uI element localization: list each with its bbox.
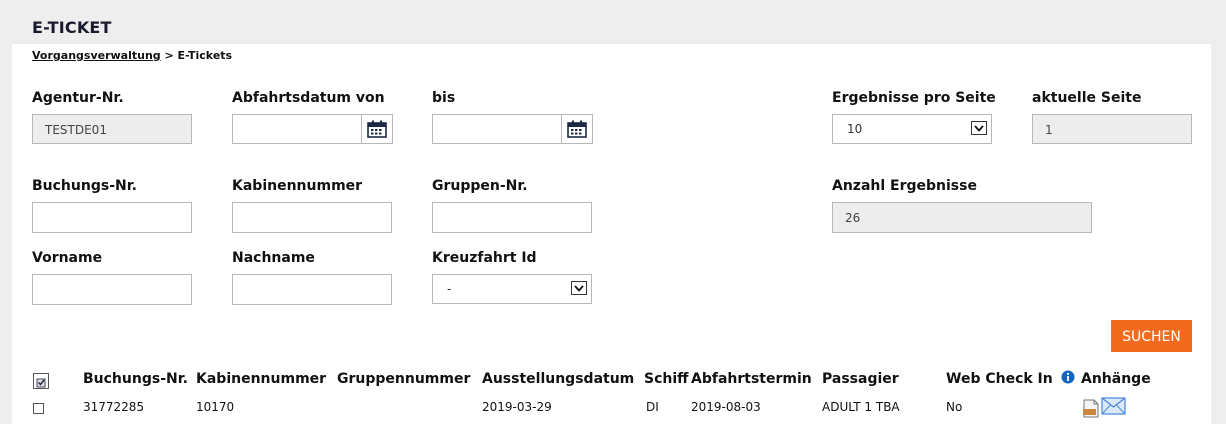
breadcrumb-current: E-Tickets [177, 49, 233, 62]
row-checkbox[interactable] [33, 403, 44, 414]
page-title: E-TICKET [32, 18, 112, 37]
cell-kabinennummer: 10170 [196, 400, 235, 414]
aktuelle-seite-field: 1 [1032, 114, 1192, 144]
envelope-icon[interactable] [1101, 397, 1126, 419]
search-button[interactable]: SUCHEN [1111, 320, 1192, 352]
gruppen-nr-label: Gruppen-Nr. [432, 178, 528, 194]
calendar-icon[interactable] [561, 115, 592, 143]
ergebnisse-pro-seite-value: 10 [847, 122, 863, 136]
buchungs-nr-input[interactable] [32, 202, 192, 233]
select-all-icon[interactable] [33, 373, 49, 389]
vorname-label: Vorname [32, 250, 103, 266]
agentur-field: TESTDE01 [32, 114, 192, 144]
kreuzfahrt-id-value: - [447, 282, 452, 296]
breadcrumb-separator: > [160, 49, 178, 62]
chevron-down-icon [571, 281, 587, 295]
col-header-ausstellungsdatum[interactable]: Ausstellungsdatum [482, 371, 634, 387]
web-check-in-label: Web Check In [946, 371, 1053, 387]
cell-schiff: DI [646, 400, 659, 414]
kabinennummer-label: Kabinennummer [232, 178, 363, 194]
breadcrumb-link-vorgangsverwaltung[interactable]: Vorgangsverwaltung [32, 49, 161, 62]
cell-ausstellungsdatum: 2019-03-29 [482, 400, 552, 414]
kreuzfahrt-id-select[interactable]: - [432, 274, 592, 304]
calendar-icon[interactable] [361, 115, 392, 143]
chevron-down-icon [971, 121, 987, 135]
abfahrt-bis-label: bis [432, 90, 456, 106]
gruppen-nr-input[interactable] [432, 202, 592, 233]
col-header-abfahrtstermin[interactable]: Abfahrtstermin [691, 371, 812, 387]
col-header-buchungs-nr[interactable]: Buchungs-Nr. [83, 371, 188, 387]
abfahrt-bis-input[interactable] [432, 114, 593, 144]
col-header-web-check-in[interactable]: Web Check In [946, 370, 1075, 388]
breadcrumb: Vorgangsverwaltung > E-Tickets [32, 49, 232, 62]
kreuzfahrt-id-label: Kreuzfahrt Id [432, 250, 537, 266]
anzahl-ergebnisse-field: 26 [832, 202, 1092, 233]
nachname-input[interactable] [232, 274, 392, 305]
anzahl-ergebnisse-label: Anzahl Ergebnisse [832, 178, 977, 194]
agentur-label: Agentur-Nr. [32, 90, 124, 106]
vorname-input[interactable] [32, 274, 192, 305]
kabinennummer-input[interactable] [232, 202, 392, 233]
buchungs-nr-label: Buchungs-Nr. [32, 178, 137, 194]
abfahrt-von-input[interactable] [232, 114, 393, 144]
ergebnisse-pro-seite-label: Ergebnisse pro Seite [832, 90, 996, 106]
col-header-kabinennummer[interactable]: Kabinennummer [196, 371, 326, 387]
nachname-label: Nachname [232, 250, 315, 266]
cell-passagier: ADULT 1 TBA [822, 400, 900, 414]
ergebnisse-pro-seite-select[interactable]: 10 [832, 114, 992, 144]
col-header-schiff[interactable]: Schiff [644, 371, 689, 387]
info-icon[interactable] [1061, 370, 1075, 388]
abfahrt-von-label: Abfahrtsdatum von [232, 90, 385, 106]
col-header-passagier[interactable]: Passagier [822, 371, 899, 387]
aktuelle-seite-label: aktuelle Seite [1032, 90, 1142, 106]
col-header-anhaenge: Anhänge [1081, 371, 1151, 387]
cell-buchungs-nr: 31772285 [83, 400, 145, 414]
cell-abfahrtstermin: 2019-08-03 [691, 400, 761, 414]
cell-web-check-in: No [946, 400, 963, 414]
col-header-gruppennummer[interactable]: Gruppennummer [337, 371, 470, 387]
